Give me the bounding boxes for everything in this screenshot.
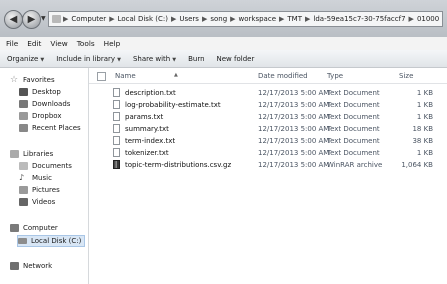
network-icon bbox=[10, 262, 19, 270]
recent-pages-dropdown[interactable]: ▼ bbox=[41, 15, 46, 22]
nav-local-disk[interactable]: Local Disk (C:) bbox=[17, 235, 86, 247]
address-bar-row: ◀ ▶ ▼ ▶ Computer ▶ Local Disk (C:) ▶ Use… bbox=[0, 0, 447, 37]
select-all-checkbox[interactable] bbox=[97, 72, 106, 81]
nav-network[interactable]: Network bbox=[10, 261, 52, 271]
column-name[interactable]: Name bbox=[115, 72, 136, 80]
videos-icon bbox=[19, 198, 28, 206]
file-row[interactable]: params.txt 12/17/2013 5:00 AM Text Docum… bbox=[89, 111, 447, 123]
breadcrumb-01000[interactable]: 01000 bbox=[417, 15, 439, 23]
explorer-window: ◀ ▶ ▼ ▶ Computer ▶ Local Disk (C:) ▶ Use… bbox=[0, 0, 447, 284]
breadcrumb-computer[interactable]: Computer bbox=[71, 15, 106, 23]
column-date-modified[interactable]: Date modified bbox=[258, 72, 308, 80]
nav-libraries[interactable]: Libraries bbox=[10, 149, 53, 159]
libraries-icon bbox=[10, 150, 19, 158]
share-with-button[interactable]: Share with ▼ bbox=[133, 55, 176, 63]
column-header-row: ▲ Name Date modified Type Size bbox=[89, 68, 447, 84]
breadcrumb-users[interactable]: Users bbox=[179, 15, 199, 23]
text-file-icon bbox=[113, 88, 120, 97]
breadcrumb-song[interactable]: song bbox=[210, 15, 227, 23]
file-list: ▲ Name Date modified Type Size descripti… bbox=[89, 68, 447, 284]
breadcrumb-lda[interactable]: lda-59ea15c7-30-75faccf7 bbox=[313, 15, 405, 23]
nav-music[interactable]: ♪ Music bbox=[19, 173, 52, 183]
breadcrumb-workspace[interactable]: workspace bbox=[239, 15, 276, 23]
dropdown-icon: ▼ bbox=[172, 56, 177, 63]
star-icon: ☆ bbox=[10, 75, 19, 85]
organize-button[interactable]: Organize ▼ bbox=[7, 55, 44, 63]
pictures-icon bbox=[19, 186, 28, 194]
file-row[interactable]: term-index.txt 12/17/2013 5:00 AM Text D… bbox=[89, 135, 447, 147]
recent-places-icon bbox=[19, 124, 28, 132]
archive-file-icon bbox=[113, 160, 120, 169]
music-icon: ♪ bbox=[19, 173, 25, 182]
breadcrumb-local-disk[interactable]: Local Disk (C:) bbox=[118, 15, 168, 23]
documents-icon bbox=[19, 162, 28, 170]
burn-button[interactable]: Burn bbox=[188, 55, 204, 63]
menu-help[interactable]: Help bbox=[104, 39, 121, 48]
menu-view[interactable]: View bbox=[50, 39, 67, 48]
dropdown-icon: ▼ bbox=[40, 56, 45, 63]
nav-desktop[interactable]: Desktop bbox=[19, 87, 61, 97]
sort-ascending-icon: ▲ bbox=[174, 72, 178, 78]
computer-icon bbox=[10, 224, 19, 232]
dropbox-icon bbox=[19, 112, 28, 120]
nav-recent-places[interactable]: Recent Places bbox=[19, 123, 81, 133]
new-folder-button[interactable]: New folder bbox=[217, 55, 255, 63]
nav-dropbox[interactable]: Dropbox bbox=[19, 111, 62, 121]
address-bar[interactable]: ▶ Computer ▶ Local Disk (C:) ▶ Users ▶ s… bbox=[48, 11, 443, 27]
dropdown-icon: ▼ bbox=[117, 56, 121, 63]
column-type[interactable]: Type bbox=[327, 72, 343, 80]
menu-tools[interactable]: Tools bbox=[77, 39, 95, 48]
text-file-icon bbox=[113, 124, 120, 133]
nav-computer[interactable]: Computer bbox=[10, 223, 58, 233]
file-row[interactable]: summary.txt 12/17/2013 5:00 AM Text Docu… bbox=[89, 123, 447, 135]
forward-button[interactable]: ▶ bbox=[22, 10, 41, 29]
breadcrumb: ▶ Computer ▶ Local Disk (C:) ▶ Users ▶ s… bbox=[63, 15, 440, 23]
text-file-icon bbox=[113, 100, 120, 109]
downloads-icon bbox=[19, 100, 28, 108]
file-row[interactable]: topic-term-distributions.csv.gz 12/17/20… bbox=[89, 159, 447, 171]
nav-downloads[interactable]: Downloads bbox=[19, 99, 70, 109]
nav-favorites[interactable]: ☆ Favorites bbox=[10, 75, 55, 85]
desktop-icon bbox=[19, 88, 28, 96]
column-size[interactable]: Size bbox=[399, 72, 413, 80]
include-in-library-button[interactable]: Include in library ▼ bbox=[56, 55, 121, 63]
nav-videos[interactable]: Videos bbox=[19, 197, 55, 207]
text-file-icon bbox=[113, 148, 120, 157]
file-row[interactable]: tokenizer.txt 12/17/2013 5:00 AM Text Do… bbox=[89, 147, 447, 159]
menu-bar: File Edit View Tools Help bbox=[0, 37, 447, 50]
nav-pictures[interactable]: Pictures bbox=[19, 185, 60, 195]
drive-icon bbox=[18, 238, 27, 244]
menu-edit[interactable]: Edit bbox=[27, 39, 41, 48]
menu-file[interactable]: File bbox=[6, 39, 18, 48]
navigation-pane: ☆ Favorites Desktop Downloads Dropbox Re… bbox=[0, 68, 89, 284]
text-file-icon bbox=[113, 112, 120, 121]
breadcrumb-tmt[interactable]: TMT bbox=[287, 15, 302, 23]
file-row[interactable]: description.txt 12/17/2013 5:00 AM Text … bbox=[89, 87, 447, 99]
file-row[interactable]: log-probability-estimate.txt 12/17/2013 … bbox=[89, 99, 447, 111]
folder-icon bbox=[52, 15, 61, 23]
nav-documents[interactable]: Documents bbox=[19, 161, 72, 171]
text-file-icon bbox=[113, 136, 120, 145]
back-button[interactable]: ◀ bbox=[4, 10, 23, 29]
command-toolbar: Organize ▼ Include in library ▼ Share with… bbox=[0, 50, 447, 68]
